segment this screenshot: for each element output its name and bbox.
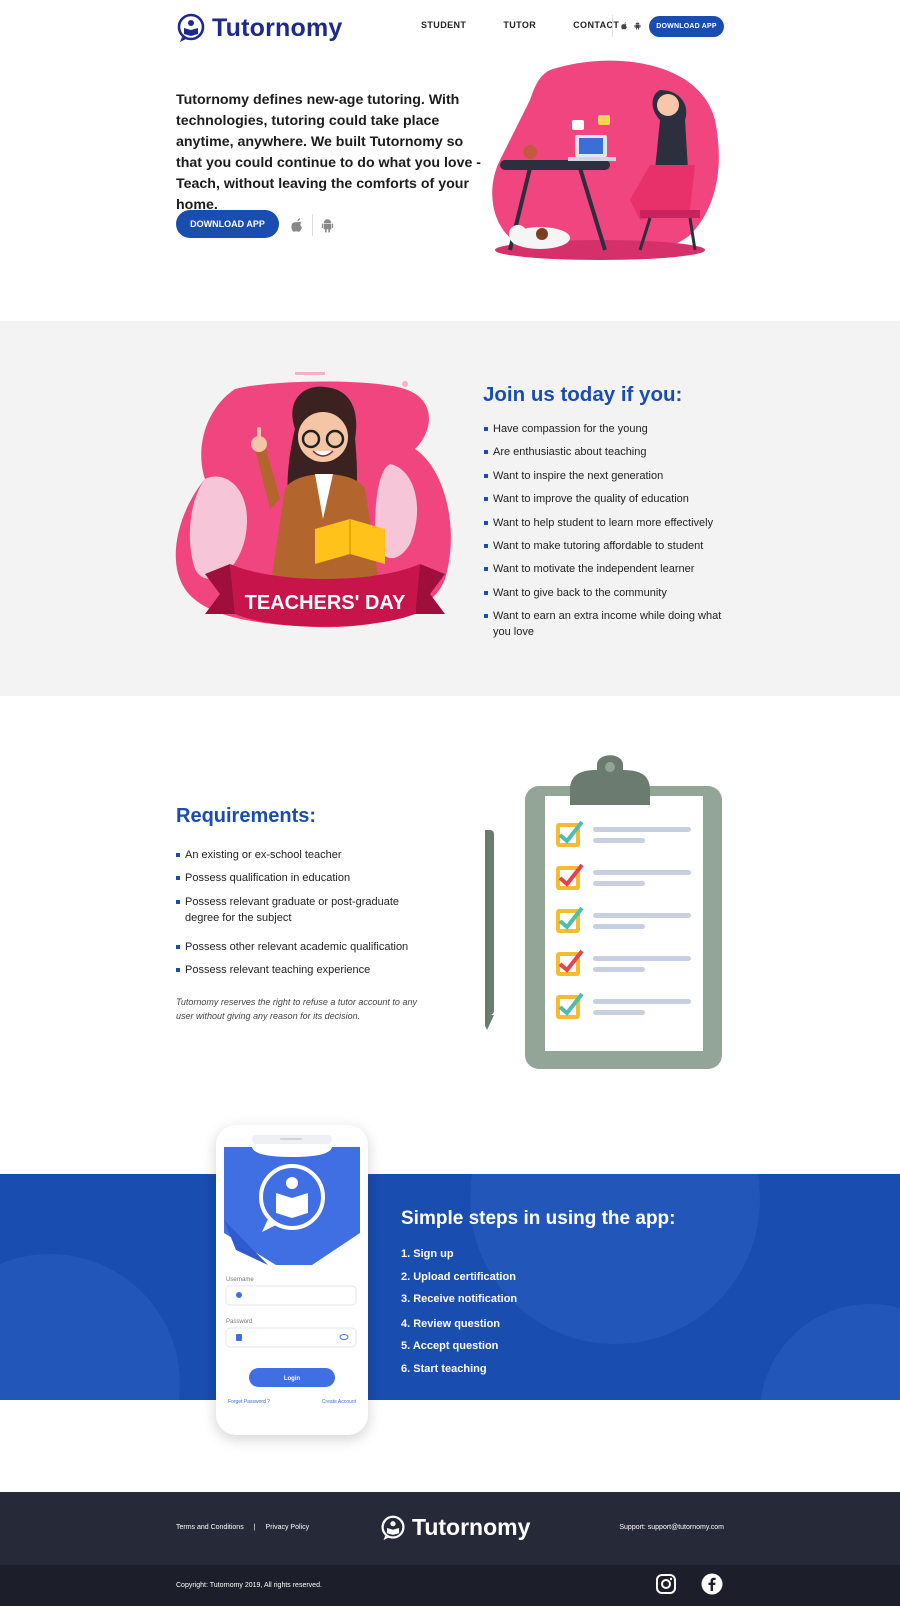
checklist-illustration bbox=[485, 755, 722, 1069]
header: Tutornomy STUDENT TUTOR CONTACT DOWNLOAD… bbox=[0, 0, 900, 56]
forgot-password-link[interactable]: Forget Password ? bbox=[228, 1399, 270, 1405]
list-item: Want to improve the quality of education bbox=[484, 491, 729, 507]
decor-circle bbox=[0, 1254, 180, 1400]
hero-download-button[interactable]: DOWNLOAD APP bbox=[176, 210, 279, 238]
list-item: Possess qualification in education bbox=[176, 870, 426, 886]
android-icon[interactable] bbox=[634, 22, 641, 30]
user-icon bbox=[236, 1292, 242, 1298]
header-store-icons bbox=[612, 15, 641, 37]
phone-mockup: Username Password Login Forget Password … bbox=[216, 1125, 368, 1435]
username-label: Username bbox=[226, 1277, 254, 1283]
list-item: 3. Receive notification bbox=[401, 1293, 518, 1306]
nav-student[interactable]: STUDENT bbox=[421, 20, 466, 30]
password-label: Password bbox=[226, 1319, 252, 1325]
terms-link[interactable]: Terms and Conditions bbox=[176, 1524, 244, 1531]
footer-brand-name: Tutornomy bbox=[412, 1514, 531, 1540]
list-item: 5. Accept question bbox=[401, 1340, 499, 1353]
steps-list: 1. Sign up 2. Upload certification 3. Re… bbox=[401, 1246, 517, 1383]
requirements-list: An existing or ex-school teacher Possess… bbox=[176, 847, 426, 986]
brand-logo[interactable]: Tutornomy bbox=[176, 13, 343, 43]
nav-tutor[interactable]: TUTOR bbox=[503, 20, 536, 30]
store-divider bbox=[312, 214, 313, 236]
footer-divider: | bbox=[253, 1524, 256, 1531]
logo-mark-icon bbox=[381, 1515, 405, 1540]
apple-icon[interactable] bbox=[621, 22, 628, 30]
facebook-icon[interactable] bbox=[701, 1573, 723, 1595]
teachers-day-illustration: TEACHERS' DAY bbox=[175, 372, 451, 628]
list-item: Want to help student to learn more effec… bbox=[484, 515, 729, 531]
apple-icon[interactable] bbox=[291, 217, 304, 233]
list-item: Possess other relevant academic qualific… bbox=[176, 939, 426, 955]
hero-store-icons bbox=[291, 214, 334, 236]
brand-name: Tutornomy bbox=[212, 13, 343, 42]
logo-mark-icon bbox=[177, 13, 205, 42]
hero-text: Tutornomy defines new-age tutoring. With… bbox=[176, 92, 482, 213]
lock-icon bbox=[236, 1334, 242, 1341]
hero-illustration bbox=[492, 60, 719, 260]
list-item: Are enthusiastic about teaching bbox=[484, 444, 729, 460]
footer: Terms and Conditions | Privacy Policy Tu… bbox=[0, 1492, 900, 1565]
list-item: 4. Review question bbox=[401, 1317, 501, 1330]
create-account-link[interactable]: Create Account bbox=[322, 1399, 357, 1405]
login-label: Login bbox=[284, 1376, 301, 1382]
list-item: Want to inspire the next generation bbox=[484, 468, 729, 484]
support-email[interactable]: Support: support@tutornomy.com bbox=[619, 1524, 724, 1531]
join-title: Join us today if you: bbox=[483, 383, 683, 406]
list-item: Possess relevant teaching experience bbox=[176, 962, 426, 978]
requirements-title: Requirements: bbox=[176, 805, 317, 827]
list-item: An existing or ex-school teacher bbox=[176, 847, 426, 863]
phone-screen: Username Password Login Forget Password … bbox=[224, 1135, 360, 1405]
instagram-icon[interactable] bbox=[655, 1573, 677, 1595]
privacy-link[interactable]: Privacy Policy bbox=[266, 1524, 310, 1531]
join-section: TEACHERS' DAY Join us today if you: Have… bbox=[0, 321, 900, 696]
list-item: 1. Sign up bbox=[401, 1248, 454, 1260]
list-item: Want to motivate the independent learner bbox=[484, 561, 729, 577]
list-item: Want to earn an extra income while doing… bbox=[484, 608, 729, 640]
list-item: 2. Upload certification bbox=[401, 1270, 516, 1283]
list-item: 6. Start teaching bbox=[401, 1362, 487, 1375]
android-icon[interactable] bbox=[321, 218, 334, 233]
copyright: Copyright: Tutornomy 2019, All rights re… bbox=[176, 1582, 322, 1589]
footer-links: Terms and Conditions | Privacy Policy bbox=[176, 1524, 309, 1531]
list-item: Want to make tutoring affordable to stud… bbox=[484, 538, 729, 554]
join-list: Have compassion for the young Are enthus… bbox=[484, 421, 729, 648]
sub-footer: Copyright: Tutornomy 2019, All rights re… bbox=[0, 1565, 900, 1606]
header-download-button[interactable]: DOWNLOAD APP bbox=[649, 16, 724, 37]
steps-section: Simple steps in using the app: 1. Sign u… bbox=[0, 1174, 900, 1400]
steps-title: Simple steps in using the app: bbox=[401, 1208, 676, 1229]
page: Tutornomy STUDENT TUTOR CONTACT DOWNLOAD… bbox=[0, 0, 900, 1606]
decor-circle bbox=[760, 1304, 900, 1400]
list-item: Want to give back to the community bbox=[484, 585, 729, 601]
list-item: Possess relevant graduate or post-gradua… bbox=[176, 894, 426, 926]
requirements-note: Tutornomy reserves the right to refuse a… bbox=[176, 997, 417, 1021]
teachers-day-banner: TEACHERS' DAY bbox=[245, 592, 406, 614]
social-links bbox=[655, 1573, 723, 1595]
list-item: Have compassion for the young bbox=[484, 421, 729, 437]
footer-logo[interactable]: Tutornomy bbox=[380, 1514, 530, 1541]
